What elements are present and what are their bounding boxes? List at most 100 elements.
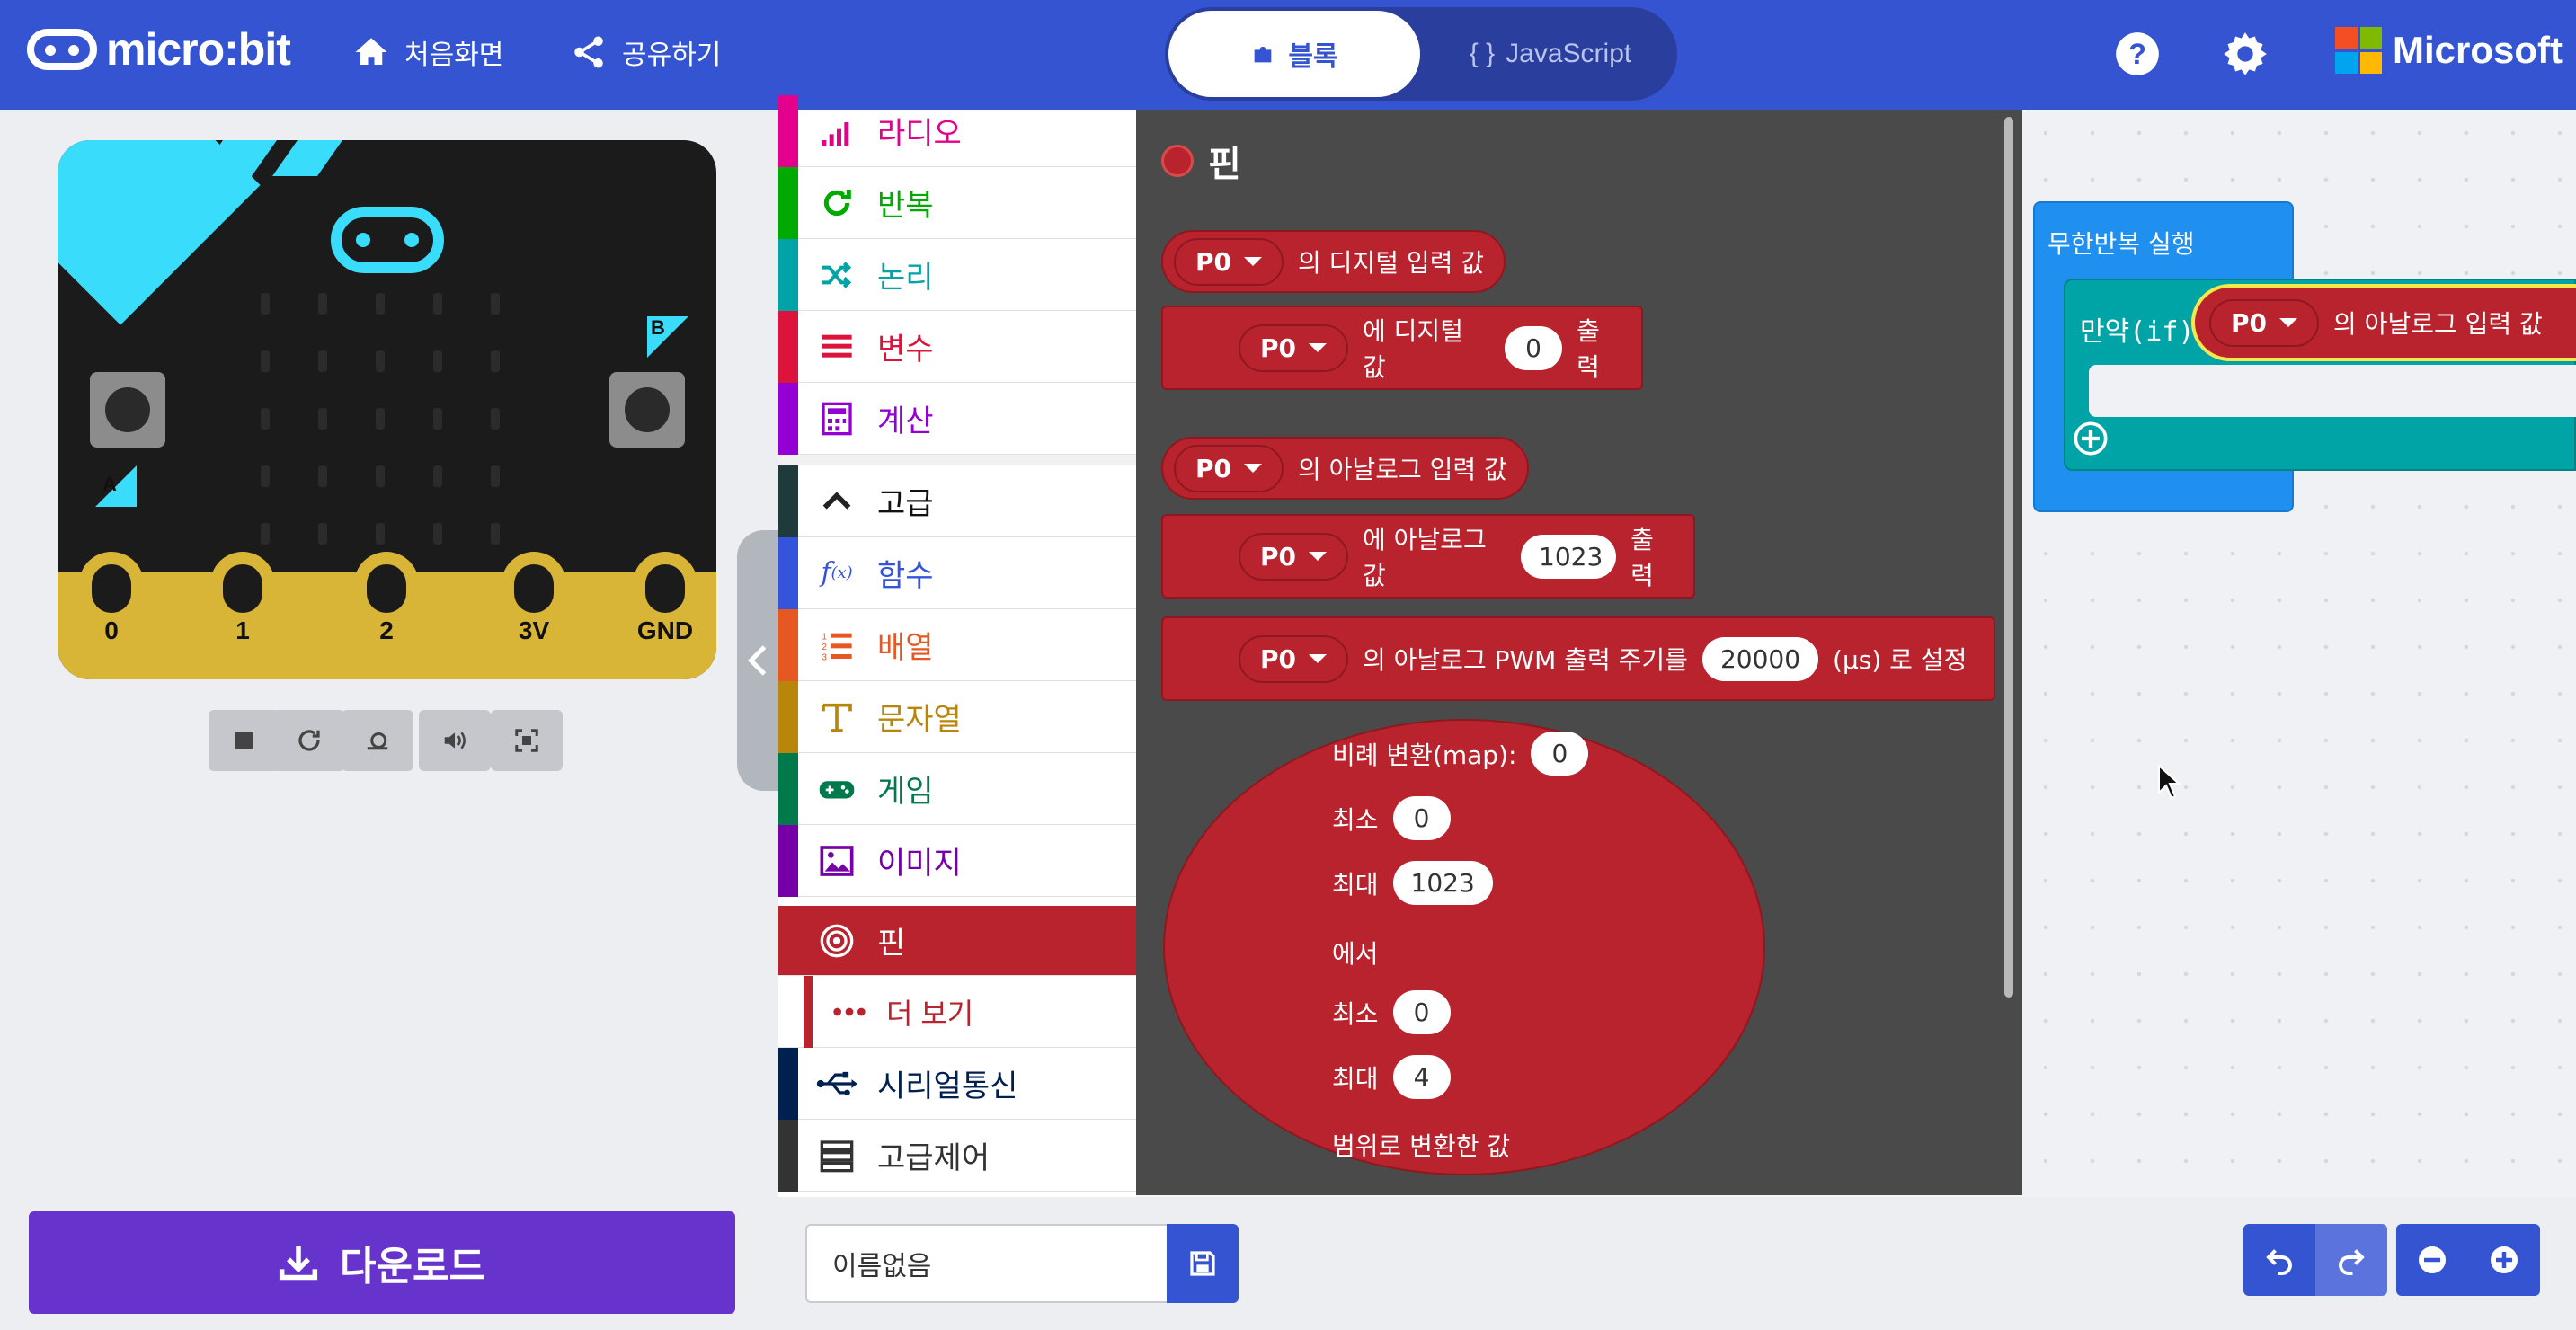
mute-button[interactable] xyxy=(419,710,491,771)
mouse-cursor-icon xyxy=(2158,764,2181,800)
pin-1-pad[interactable] xyxy=(210,552,275,678)
pin-dropdown[interactable]: P0 xyxy=(1239,532,1349,581)
value-input[interactable]: 1023 xyxy=(1521,534,1617,579)
microbit-simulator[interactable]: A B 0 1 2 3V GND xyxy=(58,140,716,679)
save-button[interactable] xyxy=(1167,1224,1239,1303)
braces-icon: { } xyxy=(1469,39,1496,68)
category-color-bar xyxy=(778,753,798,825)
toolbox-category-serial[interactable]: 시리얼통신 xyxy=(778,1048,1136,1120)
pin-dropdown[interactable]: P0 xyxy=(1174,237,1284,286)
redo-button[interactable] xyxy=(2315,1224,2387,1296)
category-color-bar xyxy=(778,167,798,239)
analog-pwm-period-block[interactable]: P0 의 아날로그 PWM 출력 주기를 20000 (µs) 로 설정 xyxy=(1161,616,1995,701)
home-button[interactable]: 처음화면 xyxy=(352,32,503,72)
pin-0-pad[interactable] xyxy=(79,552,144,678)
map-from-low-input[interactable]: 0 xyxy=(1392,796,1451,840)
map-to-low-input[interactable]: 0 xyxy=(1392,990,1451,1034)
undo-icon xyxy=(2266,1249,2292,1275)
analog-read-block[interactable]: P0 의 아날로그 입력 값 xyxy=(1161,437,1529,500)
analog-read-condition[interactable]: P0 의 아날로그 입력 값 xyxy=(2191,284,2576,361)
microsoft-label: Microsoft xyxy=(2393,29,2563,71)
pin-dropdown[interactable]: P0 xyxy=(1239,324,1349,372)
value-input[interactable]: 20000 xyxy=(1701,636,1819,681)
chevron-left-icon xyxy=(747,645,767,676)
toolbox-category-radio[interactable]: 라디오 xyxy=(778,95,1136,167)
toolbox-category-arrays[interactable]: 123 배열 xyxy=(778,609,1136,681)
pin-label: GND xyxy=(636,616,694,644)
toolbox-category-variables[interactable]: 변수 xyxy=(778,311,1136,383)
pin-value: P0 xyxy=(1195,453,1232,483)
if-block[interactable]: 만약(if) P0 의 아날로그 입력 값 xyxy=(2064,279,2576,471)
help-icon[interactable]: ? xyxy=(2114,31,2161,77)
fullscreen-button[interactable] xyxy=(491,710,563,771)
pin-label: 3V xyxy=(518,616,550,644)
button-b[interactable] xyxy=(609,372,685,448)
add-else-icon[interactable] xyxy=(2073,421,2109,457)
toolbox-category-images[interactable]: 이미지 xyxy=(778,825,1136,897)
save-icon xyxy=(1190,1251,1215,1276)
toolbox-category-functions[interactable]: f (x) 함수 xyxy=(778,537,1136,609)
map-to-high-input[interactable]: 4 xyxy=(1392,1055,1451,1099)
pin-3v-pad[interactable] xyxy=(502,552,566,678)
map-block[interactable] xyxy=(1163,719,1765,1175)
pin-label: 2 xyxy=(379,616,394,644)
microbit-logo[interactable]: micro:bit xyxy=(27,23,291,75)
zoom-out-button[interactable] xyxy=(2396,1224,2468,1296)
pin-gnd-pad[interactable] xyxy=(633,552,697,678)
category-color-bar xyxy=(778,1120,798,1192)
toolbox-category-game[interactable]: 게임 xyxy=(778,753,1136,825)
undo-button[interactable] xyxy=(2243,1224,2315,1296)
map-value-input[interactable]: 0 xyxy=(1531,732,1589,776)
map-from-high-label: 최대 xyxy=(1332,869,1379,900)
minus-circle-icon xyxy=(2419,1246,2446,1273)
redo-icon xyxy=(2339,1249,2365,1275)
tab-javascript[interactable]: { } JavaScript xyxy=(1429,11,1672,97)
project-name-input[interactable] xyxy=(805,1224,1167,1303)
toolbox-category-pins-selected[interactable]: 핀 xyxy=(778,906,1136,976)
microbit-face-icon xyxy=(331,207,444,273)
pin-value: P0 xyxy=(1195,246,1232,277)
microsoft-logo[interactable]: Microsoft xyxy=(2335,27,2563,74)
toolbox-category-loops[interactable]: 반복 xyxy=(778,167,1136,239)
pin-dropdown[interactable]: P0 xyxy=(1174,444,1284,492)
restart-button[interactable] xyxy=(273,710,345,771)
category-label: 배열 xyxy=(877,631,934,665)
category-color-bar xyxy=(778,537,798,609)
pin-label: 1 xyxy=(235,616,250,644)
pin-dropdown[interactable]: P0 xyxy=(2209,298,2320,347)
tab-blocks-label: 블록 xyxy=(1288,42,1338,72)
slow-mo-button[interactable] xyxy=(342,710,413,771)
value-input[interactable]: 0 xyxy=(1505,325,1563,370)
pins-category-icon xyxy=(1161,145,1194,177)
flyout-scrollbar[interactable] xyxy=(2004,117,2013,998)
collapse-simulator-button[interactable] xyxy=(737,530,778,791)
category-color-bar xyxy=(778,95,798,167)
digital-read-block[interactable]: P0 의 디지털 입력 값 xyxy=(1161,230,1506,293)
logo-text: micro:bit xyxy=(106,24,291,75)
map-to-low-label: 최소 xyxy=(1332,998,1379,1029)
category-color-bar xyxy=(778,383,798,455)
category-color-bar xyxy=(778,311,798,383)
block-text: 의 아날로그 입력 값 xyxy=(1298,455,1507,484)
pin-2-pad[interactable] xyxy=(354,552,419,678)
tab-blocks[interactable]: 블록 xyxy=(1168,11,1420,97)
pin-target-icon xyxy=(816,920,857,962)
category-label: 반복 xyxy=(877,189,934,223)
toolbox-category-control[interactable]: 고급제어 xyxy=(778,1120,1136,1192)
toolbox-category-text[interactable]: 문자열 xyxy=(778,681,1136,753)
toolbox-category-math[interactable]: 계산 xyxy=(778,383,1136,455)
gear-icon[interactable] xyxy=(2222,31,2269,77)
toolbox-category-logic[interactable]: 논리 xyxy=(778,239,1136,311)
analog-write-block[interactable]: P0 에 아날로그 값 1023 출력 xyxy=(1161,514,1695,598)
map-from-high-input[interactable]: 1023 xyxy=(1392,861,1493,905)
forever-label: 무한반복 실행 xyxy=(2047,229,2195,259)
digital-write-block[interactable]: P0 에 디지털 값 0 출력 xyxy=(1161,306,1643,390)
toolbox-category-pins-more[interactable]: 더 보기 xyxy=(778,976,1136,1048)
share-button[interactable]: 공유하기 xyxy=(570,32,721,72)
stop-button[interactable] xyxy=(209,710,280,771)
download-button[interactable]: 다운로드 xyxy=(29,1211,735,1314)
toolbox-category-advanced[interactable]: 고급 xyxy=(778,466,1136,537)
pin-dropdown[interactable]: P0 xyxy=(1239,634,1349,683)
button-a[interactable] xyxy=(90,372,165,448)
zoom-in-button[interactable] xyxy=(2468,1224,2540,1296)
